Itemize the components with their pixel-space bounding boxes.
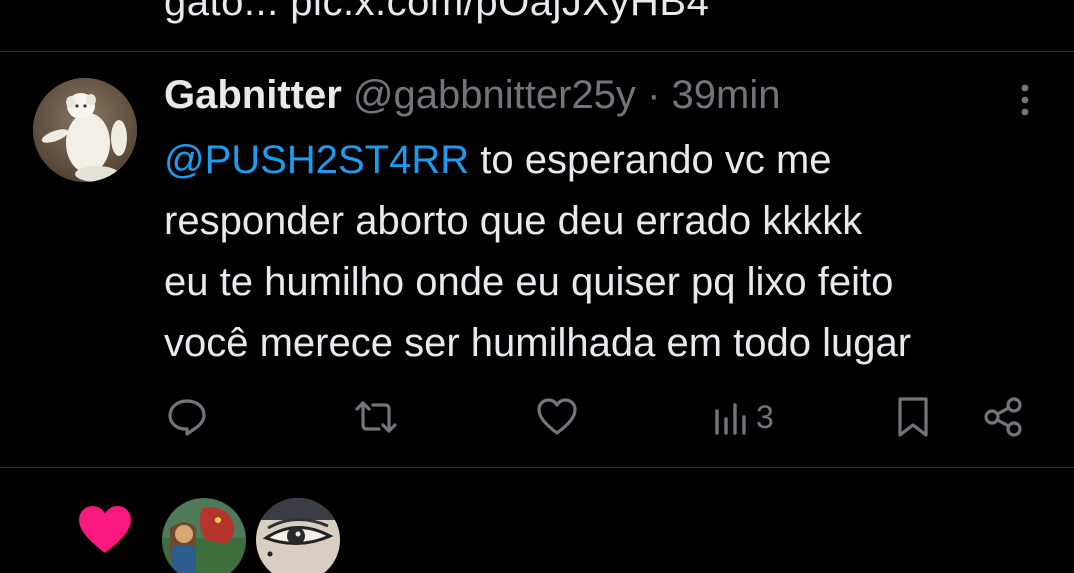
bookmark-icon (898, 397, 928, 437)
reply-icon (168, 399, 206, 436)
views-button[interactable]: 3 (712, 392, 774, 442)
share-icon (984, 397, 1022, 437)
tweet-text: @PUSH2ST4RR to esperando vc me responder… (164, 130, 1064, 374)
tweet-actions: 3 (0, 392, 1074, 442)
separator: · (647, 73, 661, 117)
avatar[interactable] (33, 78, 137, 182)
tweet-line: responder aborto que deu errado kkkkk (164, 199, 863, 243)
liked-by-row[interactable] (0, 468, 1074, 573)
tweet-line: você merece ser humilhada em todo lugar (164, 321, 912, 365)
reply-button[interactable] (165, 392, 209, 442)
tweet-line: @PUSH2ST4RR to esperando vc me (164, 130, 1064, 191)
author-name[interactable]: Gabnitter (164, 73, 342, 117)
views-count: 3 (756, 398, 774, 435)
timestamp[interactable]: 39min (672, 73, 781, 117)
bookmark-button[interactable] (893, 392, 933, 442)
tweet-header: Gabnitter @gabbnitter25y · 39min (164, 70, 780, 120)
retweet-icon (355, 401, 397, 433)
tweet[interactable]: Gabnitter @gabbnitter25y · 39min @PUSH2S… (0, 52, 1074, 467)
heart-icon (537, 398, 577, 435)
tweet-line: eu te humilho onde eu quiser pq lixo fei… (164, 260, 894, 304)
liker-avatar[interactable] (256, 498, 340, 573)
tweet-line-text: to esperando vc me (469, 138, 832, 182)
timeline: gato... pic.x.com/pOajJXyHB4 Gabnitter @… (0, 0, 1074, 573)
more-vertical-icon[interactable] (1010, 80, 1040, 120)
views-icon (715, 403, 746, 435)
liker-avatar[interactable] (162, 498, 246, 573)
liked-heart-icon (76, 503, 134, 560)
like-button[interactable] (535, 392, 579, 442)
retweet-button[interactable] (353, 392, 399, 442)
mention-link[interactable]: @PUSH2ST4RR (164, 138, 469, 182)
author-handle[interactable]: @gabbnitter25y (353, 73, 636, 117)
share-button[interactable] (981, 392, 1025, 442)
previous-tweet-text[interactable]: gato... pic.x.com/pOajJXyHB4 (164, 0, 709, 25)
